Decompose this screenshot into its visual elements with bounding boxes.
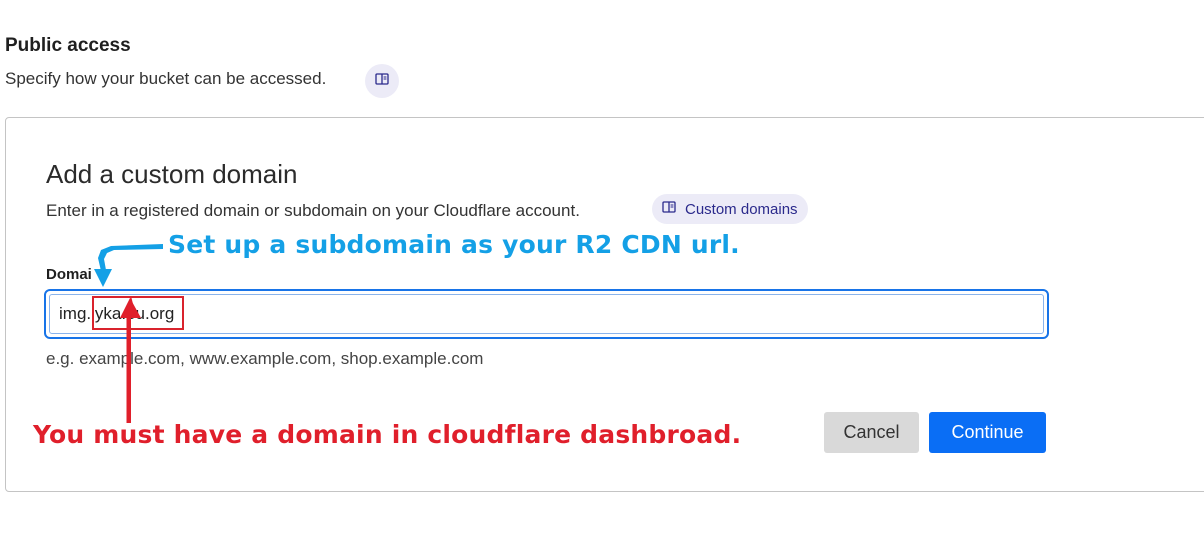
section-description: Specify how your bucket can be accessed. <box>5 69 327 88</box>
book-icon <box>375 72 389 90</box>
domain-input-inner <box>49 294 1044 334</box>
card-title: Add a custom domain <box>46 159 298 189</box>
domain-input-wrapper <box>44 289 1049 339</box>
card-description: Enter in a registered domain or subdomai… <box>46 201 580 220</box>
blue-annotation-text: Set up a subdomain as your R2 CDN url. <box>168 230 740 259</box>
book-icon <box>662 200 676 218</box>
custom-domains-link-label: Custom domains <box>685 200 798 218</box>
docs-button[interactable] <box>365 64 399 98</box>
domain-hint: e.g. example.com, www.example.com, shop.… <box>46 349 484 368</box>
domain-input[interactable] <box>50 304 1043 324</box>
domain-field-label: Domai <box>46 266 92 283</box>
red-annotation-text: You must have a domain in cloudflare das… <box>33 420 742 449</box>
custom-domains-docs-link[interactable]: Custom domains <box>652 194 808 224</box>
continue-button[interactable]: Continue <box>929 412 1046 453</box>
cancel-button[interactable]: Cancel <box>824 412 919 453</box>
section-title: Public access <box>5 35 131 56</box>
